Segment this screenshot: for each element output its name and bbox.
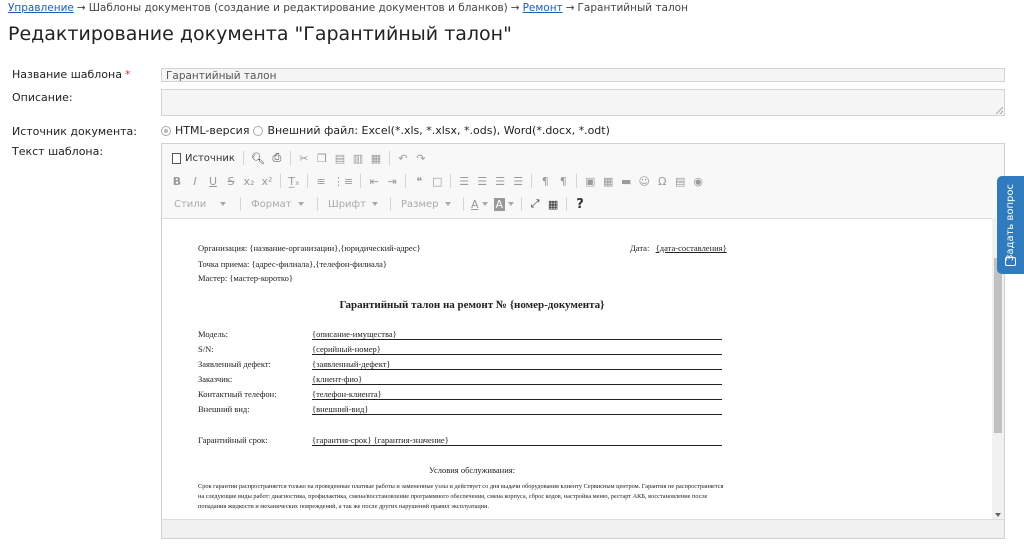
- table-icon[interactable]: ▦: [599, 172, 617, 190]
- maximize-icon[interactable]: ⤢: [526, 195, 544, 213]
- font-dropdown[interactable]: Шрифт: [322, 195, 382, 213]
- blockquote-icon[interactable]: ❝: [410, 172, 428, 190]
- template-name-input[interactable]: Гарантийный талон: [161, 68, 1005, 82]
- doc-conditions-title: Условия обслуживания:: [428, 465, 516, 475]
- breadcrumb-link-repair[interactable]: Ремонт: [523, 2, 563, 14]
- image-icon[interactable]: ▣: [581, 172, 599, 190]
- breadcrumb-separator: →: [510, 2, 520, 14]
- description-label: Описание:: [12, 91, 73, 104]
- doc-field-row: Заказчик: {клиент-фио}: [198, 374, 722, 386]
- strike-button[interactable]: S: [222, 172, 240, 190]
- bulleted-list-icon[interactable]: ⋮≡: [330, 172, 356, 190]
- indent-icon[interactable]: ⇥: [383, 172, 401, 190]
- doc-terms: Срок гарантии распространяется только на…: [198, 483, 724, 510]
- numbered-list-icon[interactable]: ≡: [312, 172, 330, 190]
- chevron-down-icon: [220, 202, 226, 206]
- undo-icon[interactable]: ↶: [394, 149, 412, 167]
- doc-point-line: Точка приема: {адрес-филиала},{телефон-ф…: [198, 259, 387, 269]
- iframe-icon[interactable]: ◉: [689, 172, 707, 190]
- radio-external-file-label[interactable]: Внешний файл: Excel(*.xls, *.xlsx, *.ods…: [267, 124, 609, 137]
- paste-icon[interactable]: ▤: [331, 149, 349, 167]
- help-button[interactable]: ?: [571, 195, 589, 213]
- remove-format-button[interactable]: T̲ₓ: [285, 172, 303, 190]
- format-dropdown[interactable]: Формат: [245, 195, 309, 213]
- scrollbar-thumb[interactable]: [994, 258, 1002, 433]
- source-button[interactable]: Источник: [168, 149, 239, 167]
- paste-text-icon[interactable]: ▥: [349, 149, 367, 167]
- doc-field-row: S/N: {серийный-номер}: [198, 344, 722, 356]
- bg-color-button[interactable]: A: [491, 195, 518, 213]
- breadcrumb: Управление → Шаблоны документов (создание …: [8, 2, 688, 14]
- align-left-icon[interactable]: ☰: [455, 172, 473, 190]
- print-icon[interactable]: ⎙: [268, 149, 286, 167]
- source-label: Источник документа:: [12, 125, 137, 138]
- underline-button[interactable]: U: [204, 172, 222, 190]
- bold-button[interactable]: B: [168, 172, 186, 190]
- doc-date: Дата: {дата-составления}: [630, 243, 727, 253]
- rtl-icon[interactable]: ¶: [554, 172, 572, 190]
- page-title: Редактирование документа "Гарантийный та…: [8, 23, 512, 45]
- breadcrumb-separator: →: [565, 2, 575, 14]
- template-name-label: Название шаблона *: [12, 68, 131, 81]
- outdent-icon[interactable]: ⇤: [365, 172, 383, 190]
- styles-dropdown[interactable]: Стили: [168, 195, 232, 213]
- breadcrumb-item-templates: Шаблоны документов (создание и редактиро…: [88, 2, 508, 14]
- chat-bubble-icon: [1005, 257, 1016, 266]
- description-textarea[interactable]: [161, 89, 1005, 116]
- doc-title: Гарантийный талон на ремонт № {номер-док…: [339, 299, 605, 311]
- ltr-icon[interactable]: ¶: [536, 172, 554, 190]
- doc-field-row: Внешний вид: {внешний-вид}: [198, 404, 722, 416]
- radio-html-label[interactable]: HTML-версия: [175, 124, 249, 137]
- show-blocks-icon[interactable]: ▦: [544, 195, 562, 213]
- radio-html[interactable]: [161, 125, 171, 136]
- ask-question-tab[interactable]: Задать вопрос: [997, 176, 1024, 274]
- cut-icon[interactable]: ✂: [295, 149, 313, 167]
- toolbar-row-1: Источник 🔍︎ ⎙ ✂ ❐ ▤ ▥ ▦ ↶ ↷: [168, 148, 430, 168]
- doc-master-line: Мастер: {мастер-коротко}: [198, 273, 293, 283]
- doc-field-row: Заявленный дефект: {заявленный-дефект}: [198, 359, 722, 371]
- toolbar-row-3: Стили Формат Шрифт Размер A A ⤢ ▦ ?: [168, 194, 589, 214]
- breadcrumb-separator: →: [76, 2, 86, 14]
- resize-grip-icon[interactable]: [996, 107, 1003, 114]
- toolbar-row-2: B I U S x₂ x² T̲ₓ ≡ ⋮≡ ⇤ ⇥ ❝ □ ☰ ☰ ☰ ☰ ¶…: [168, 171, 707, 191]
- breadcrumb-item-current: Гарантийный талон: [577, 2, 688, 14]
- editor-status-bar: [162, 519, 1004, 538]
- preview-icon[interactable]: 🔍︎: [248, 149, 268, 167]
- doc-field-row: Модель: {описание-имущества}: [198, 329, 722, 341]
- page-break-icon[interactable]: ▤: [671, 172, 689, 190]
- smiley-icon[interactable]: ☺: [635, 172, 653, 190]
- source-radio-group: HTML-версия Внешний файл: Excel(*.xls, *…: [161, 124, 610, 137]
- required-mark: *: [124, 68, 131, 81]
- copy-icon[interactable]: ❐: [313, 149, 331, 167]
- editor-content[interactable]: Организация: {название-организации},{юри…: [162, 218, 993, 520]
- align-right-icon[interactable]: ☰: [491, 172, 509, 190]
- size-dropdown[interactable]: Размер: [395, 195, 455, 213]
- doc-org-line: Организация: {название-организации},{юри…: [198, 243, 421, 253]
- breadcrumb-link-management[interactable]: Управление: [8, 2, 74, 14]
- subscript-button[interactable]: x₂: [240, 172, 258, 190]
- align-justify-icon[interactable]: ☰: [509, 172, 527, 190]
- horizontal-line-icon[interactable]: ▬: [617, 172, 635, 190]
- text-color-button[interactable]: A: [468, 195, 491, 213]
- template-text-label: Текст шаблона:: [12, 145, 104, 158]
- chevron-down-icon: [297, 202, 304, 206]
- special-char-icon[interactable]: Ω: [653, 172, 671, 190]
- source-icon: [172, 152, 181, 164]
- rich-text-editor: Источник 🔍︎ ⎙ ✂ ❐ ▤ ▥ ▦ ↶ ↷ B I U S x₂ x…: [161, 143, 1005, 539]
- superscript-button[interactable]: x²: [258, 172, 276, 190]
- paste-word-icon[interactable]: ▦: [367, 149, 385, 167]
- chevron-down-icon: [371, 202, 378, 206]
- doc-field-row: Контактный телефон: {телефон-клиента}: [198, 389, 722, 401]
- radio-external-file[interactable]: [253, 125, 264, 136]
- div-container-icon[interactable]: □: [428, 172, 446, 190]
- redo-icon[interactable]: ↷: [412, 149, 430, 167]
- chevron-down-icon: [444, 202, 451, 206]
- italic-button[interactable]: I: [186, 172, 204, 190]
- doc-warranty-row: Гарантийный срок: {гарантия-срок} {гарант…: [198, 435, 722, 447]
- align-center-icon[interactable]: ☰: [473, 172, 491, 190]
- scroll-down-icon[interactable]: [995, 513, 1001, 517]
